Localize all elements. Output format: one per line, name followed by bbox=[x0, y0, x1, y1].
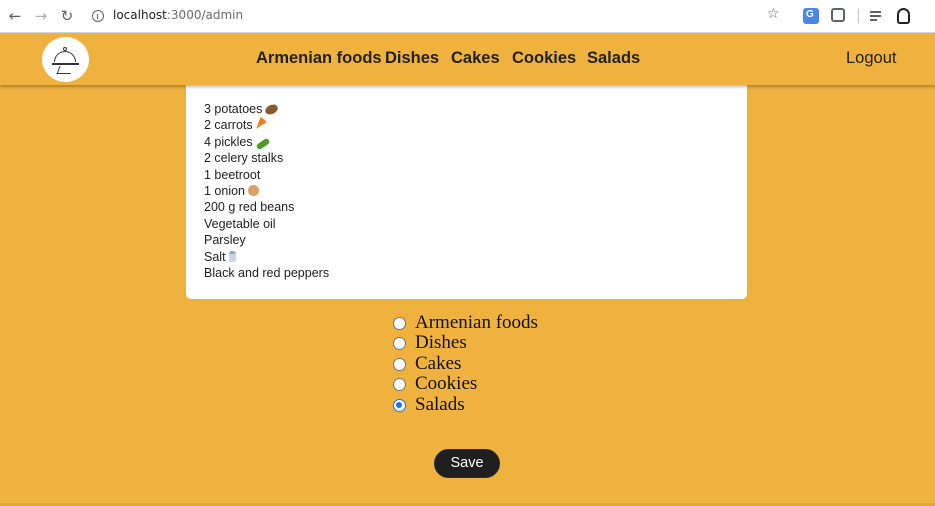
ingredient-item: Salt bbox=[204, 249, 329, 265]
profile-icon[interactable] bbox=[897, 8, 910, 24]
cucumber-icon bbox=[255, 137, 271, 151]
ingredient-item: 2 carrots bbox=[204, 117, 329, 133]
url-text[interactable]: localhost:3000/admin bbox=[113, 8, 243, 22]
ingredient-item: Parsley bbox=[204, 233, 246, 248]
info-icon[interactable] bbox=[92, 10, 104, 22]
radio-button[interactable] bbox=[393, 317, 406, 330]
nav-cookies[interactable]: Cookies bbox=[512, 49, 576, 68]
ingredient-item: 3 potatoes bbox=[204, 101, 329, 117]
ingredient-item: 4 pickles bbox=[204, 134, 329, 151]
carrot-icon bbox=[252, 117, 267, 132]
potato-icon bbox=[264, 102, 280, 117]
recipe-card: 3 potatoes 2 carrots 4 pickles 2 celery … bbox=[186, 84, 747, 299]
ingredient-item: Black and red peppers bbox=[204, 265, 330, 280]
radio-label[interactable]: Armenian foods bbox=[415, 313, 538, 333]
radio-button[interactable] bbox=[393, 357, 406, 371]
radio-button[interactable] bbox=[393, 378, 406, 392]
toolbar-divider bbox=[858, 9, 859, 23]
radio-label[interactable]: Dishes bbox=[415, 333, 467, 353]
radio-label[interactable]: Salads bbox=[415, 394, 465, 415]
browser-toolbar: ← → ↻ localhost:3000/admin ☆ bbox=[0, 0, 935, 33]
radio-button[interactable] bbox=[393, 337, 406, 351]
back-icon[interactable]: ← bbox=[6, 7, 24, 25]
address-bar[interactable]: localhost:3000/admin bbox=[86, 4, 792, 28]
extensions-icon[interactable] bbox=[831, 8, 845, 22]
ingredient-item: 1 beetroot bbox=[204, 167, 261, 182]
salt-icon bbox=[228, 250, 236, 262]
forward-icon[interactable]: → bbox=[32, 7, 50, 25]
ingredient-item: Vegetable oil bbox=[204, 216, 276, 231]
radio-button[interactable] bbox=[393, 398, 406, 412]
nav-armenian-foods[interactable]: Armenian foods bbox=[256, 49, 382, 68]
ingredient-item: 1 onion bbox=[204, 183, 329, 199]
star-icon[interactable]: ☆ bbox=[767, 6, 780, 22]
radio-label[interactable]: Cookies bbox=[415, 374, 477, 394]
nav-dishes[interactable]: Dishes bbox=[385, 49, 439, 68]
ingredient-item: 200 g red beans bbox=[204, 200, 295, 215]
logout-link[interactable]: Logout bbox=[846, 49, 896, 68]
save-button[interactable]: Save bbox=[434, 449, 500, 478]
site-header: Armenian foods Dishes Cakes Cookies Sala… bbox=[0, 33, 935, 85]
translate-icon[interactable] bbox=[803, 8, 819, 24]
media-icon[interactable] bbox=[870, 8, 886, 24]
radio-label[interactable]: Cakes bbox=[415, 353, 461, 374]
ingredients-list: 3 potatoes 2 carrots 4 pickles 2 celery … bbox=[204, 101, 329, 281]
ingredient-item: 2 celery stalks bbox=[204, 151, 284, 166]
nav-salads[interactable]: Salads bbox=[587, 49, 640, 68]
onion-icon bbox=[248, 184, 260, 196]
logo-icon[interactable] bbox=[42, 37, 89, 82]
reload-icon[interactable]: ↻ bbox=[58, 7, 76, 25]
nav-cakes[interactable]: Cakes bbox=[451, 49, 500, 68]
